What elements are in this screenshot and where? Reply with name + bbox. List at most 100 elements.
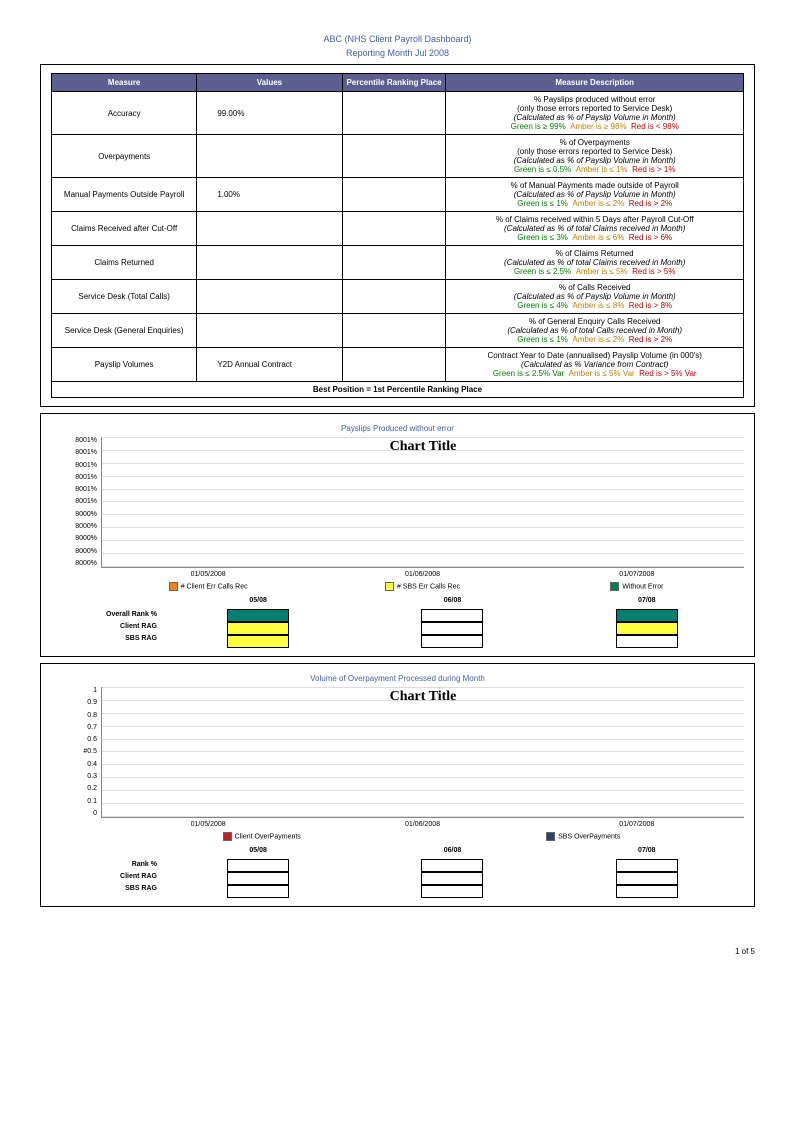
col-description: Measure Description xyxy=(446,74,744,92)
rank-box xyxy=(616,622,678,635)
ytick: 0 xyxy=(57,810,97,817)
ytick: 0.1 xyxy=(57,798,97,805)
chart2-rank-block: Rank %Client RAGSBS RAG 05/08 06/08 07/08 xyxy=(71,847,744,898)
chart1-yaxis: 8001%8001%8001%8001%8001%8001%8000%8000%… xyxy=(57,437,97,567)
rank-box xyxy=(616,609,678,622)
chart2-yaxis: 10.90.80.70.6#0.50.40.30.20.10 xyxy=(57,687,97,817)
cell-value xyxy=(197,135,342,178)
cell-measure: Claims Received after Cut-Off xyxy=(52,212,197,246)
table-row: Overpayments % of Overpayments(only those… xyxy=(52,135,744,178)
rank-label: Rank % xyxy=(71,859,161,871)
cell-percentile xyxy=(342,92,446,135)
ytick: 8000% xyxy=(57,511,97,518)
legend-item: SBS OverPayments xyxy=(423,832,745,841)
rank-box xyxy=(421,635,483,648)
ytick: 0.9 xyxy=(57,699,97,706)
rank-head: 07/08 xyxy=(638,847,656,859)
ytick: 8001% xyxy=(57,462,97,469)
cell-value: 99.00% xyxy=(197,92,342,135)
cell-measure: Manual Payments Outside Payroll xyxy=(52,178,197,212)
col-measure: Measure xyxy=(52,74,197,92)
ytick: 8000% xyxy=(57,560,97,567)
ytick: 8001% xyxy=(57,437,97,444)
ytick: 8001% xyxy=(57,474,97,481)
legend-item: Client OverPayments xyxy=(101,832,423,841)
ytick: 8000% xyxy=(57,523,97,530)
rank-box xyxy=(227,885,289,898)
chart1-panel: Payslips Produced without error Chart Ti… xyxy=(40,413,755,657)
table-row: Claims Returned% of Claims Returned(Calc… xyxy=(52,246,744,280)
table-row: Payslip VolumesY2D Annual ContractContra… xyxy=(52,348,744,382)
table-row: Manual Payments Outside Payroll1.00%% of… xyxy=(52,178,744,212)
ytick: 1 xyxy=(57,687,97,694)
rank-label: Client RAG xyxy=(71,871,161,883)
legend-item: # SBS Err Calls Rec xyxy=(315,582,529,591)
xtick: 01/06/2008 xyxy=(315,568,529,578)
rank-label: Client RAG xyxy=(71,621,161,633)
table-row: Service Desk (General Enquiries) % of Gen… xyxy=(52,314,744,348)
ytick: 8001% xyxy=(57,449,97,456)
legend-item: Without Error xyxy=(530,582,744,591)
rank-box xyxy=(421,859,483,872)
chart2-legend: Client OverPaymentsSBS OverPayments xyxy=(101,832,744,841)
cell-percentile xyxy=(342,280,446,314)
chart2-plot: Chart Title 10.90.80.70.6#0.50.40.30.20.… xyxy=(101,687,744,818)
rank-label: SBS RAG xyxy=(71,883,161,895)
rank-box xyxy=(227,635,289,648)
cell-value: Y2D Annual Contract xyxy=(197,348,342,382)
rank-box xyxy=(227,859,289,872)
legend-item: # Client Err Calls Rec xyxy=(101,582,315,591)
xtick: 01/05/2008 xyxy=(101,568,315,578)
rank-box xyxy=(616,859,678,872)
col-percentile: Percentile Ranking Place xyxy=(342,74,446,92)
cell-measure: Accuracy xyxy=(52,92,197,135)
chart1-xaxis: 01/05/200801/06/200801/07/2008 xyxy=(101,568,744,578)
chart1-rank-block: Overall Rank %Client RAGSBS RAG05/0806/0… xyxy=(71,597,744,648)
page-header: ABC (NHS Client Payroll Dashboard) Repor… xyxy=(40,34,755,58)
rank-head: 07/08 xyxy=(638,597,656,609)
cell-percentile xyxy=(342,178,446,212)
ytick: 0.6 xyxy=(57,736,97,743)
xtick: 01/07/2008 xyxy=(530,568,744,578)
cell-measure: Service Desk (Total Calls) xyxy=(52,280,197,314)
rank-box xyxy=(616,872,678,885)
ytick: 0.2 xyxy=(57,785,97,792)
cell-measure: Service Desk (General Enquiries) xyxy=(52,314,197,348)
cell-measure: Overpayments xyxy=(52,135,197,178)
rank-box xyxy=(227,609,289,622)
rank-box xyxy=(421,622,483,635)
chart2-inner-title: Chart Title xyxy=(102,689,744,705)
rank-box xyxy=(227,622,289,635)
chart1-legend: # Client Err Calls Rec# SBS Err Calls Re… xyxy=(101,582,744,591)
ytick: 0.4 xyxy=(57,761,97,768)
rank-head: 06/08 xyxy=(444,597,462,609)
rank-label: Overall Rank % xyxy=(71,609,161,621)
page-subtitle: Reporting Month Jul 2008 xyxy=(40,48,755,58)
ytick: #0.5 xyxy=(57,748,97,755)
cell-description: % of Overpayments(only those errors repo… xyxy=(446,135,744,178)
cell-value xyxy=(197,280,342,314)
cell-percentile xyxy=(342,135,446,178)
cell-percentile xyxy=(342,314,446,348)
ytick: 8001% xyxy=(57,486,97,493)
rank-head: 06/08 xyxy=(444,847,462,859)
ytick: 0.3 xyxy=(57,773,97,780)
page-number: 1 of 5 xyxy=(0,933,795,960)
page-title: ABC (NHS Client Payroll Dashboard) xyxy=(40,34,755,44)
col-values: Values xyxy=(197,74,342,92)
cell-description: % Payslips produced without error(only t… xyxy=(446,92,744,135)
ytick: 8000% xyxy=(57,535,97,542)
rank-label: SBS RAG xyxy=(71,633,161,645)
xtick: 01/06/2008 xyxy=(315,818,529,828)
rank-box xyxy=(616,885,678,898)
rank-box xyxy=(421,872,483,885)
cell-description: % of General Enquiry Calls Received(Calc… xyxy=(446,314,744,348)
cell-measure: Payslip Volumes xyxy=(52,348,197,382)
rank-head: 05/08 xyxy=(249,847,267,859)
rank-box xyxy=(421,885,483,898)
cell-description: % of Calls Received(Calculated as % of P… xyxy=(446,280,744,314)
ytick: 0.7 xyxy=(57,724,97,731)
cell-description: % of Manual Payments made outside of Pay… xyxy=(446,178,744,212)
chart1-plot: Chart Title 8001%8001%8001%8001%8001%800… xyxy=(101,437,744,568)
measures-table: Measure Values Percentile Ranking Place … xyxy=(51,73,744,398)
